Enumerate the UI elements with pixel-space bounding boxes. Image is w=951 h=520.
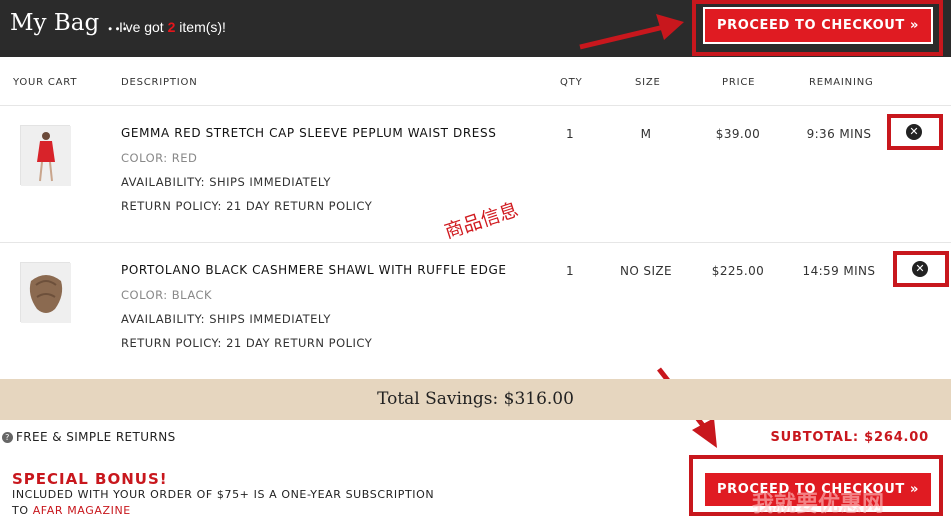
help-question-icon[interactable]: ?: [2, 432, 13, 443]
col-size: SIZE: [635, 77, 661, 88]
item-size: NO SIZE: [620, 264, 672, 278]
top-checkout-label: PROCEED TO CHECKOUT »: [717, 18, 919, 33]
item-color: COLOR: RED: [121, 151, 198, 165]
item-count-text: I've got 2 item(s)!: [119, 19, 226, 35]
item-price: $39.00: [715, 127, 761, 141]
col-price: PRICE: [722, 77, 756, 88]
item-count-prefix: I've got: [119, 19, 164, 35]
item-qty: 1: [565, 264, 575, 278]
item-name[interactable]: GEMMA RED STRETCH CAP SLEEVE PEPLUM WAIS…: [121, 126, 496, 140]
item-count: 2: [167, 19, 176, 35]
afar-magazine-link[interactable]: AFAR MAGAZINE: [33, 504, 131, 517]
col-description: DESCRIPTION: [121, 77, 198, 88]
bonus-description-line2: TO AFAR MAGAZINE: [12, 504, 131, 517]
special-bonus-title: SPECIAL BONUS!: [12, 470, 168, 488]
item-thumbnail[interactable]: [20, 262, 71, 323]
shawl-photo-icon: [21, 263, 71, 323]
total-savings-bar: Total Savings: $316.00: [0, 379, 951, 420]
watermark-text: 我就要优惠网: [752, 491, 885, 517]
subtotal: SUBTOTAL: $264.00: [770, 430, 929, 445]
bonus-description: INCLUDED WITH YOUR ORDER OF $75+ IS A ON…: [12, 488, 435, 501]
item-remaining: 14:59 MINS: [802, 264, 876, 278]
page-title: My Bag ...: [10, 10, 129, 36]
arrow-head-bottom: [692, 418, 717, 448]
item-availability: AVAILABILITY: SHIPS IMMEDIATELY: [121, 175, 331, 189]
col-remaining: REMAINING: [809, 77, 874, 88]
remove-x-icon[interactable]: ✕: [906, 124, 922, 140]
col-cart: YOUR CART: [13, 77, 78, 88]
item-qty: 1: [565, 127, 575, 141]
item-color: COLOR: BLACK: [121, 288, 213, 302]
divider: [0, 105, 951, 106]
product-info-annotation: 商品信息: [441, 198, 522, 244]
item-return-policy: RETURN POLICY: 21 DAY RETURN POLICY: [121, 336, 373, 350]
remove-item-button[interactable]: ✕: [887, 114, 943, 150]
cart-column-headers: YOUR CART DESCRIPTION QTY SIZE PRICE REM…: [0, 77, 951, 91]
col-qty: QTY: [560, 77, 583, 88]
remove-x-icon[interactable]: ✕: [912, 261, 928, 277]
item-return-policy: RETURN POLICY: 21 DAY RETURN POLICY: [121, 199, 373, 213]
divider: [0, 242, 951, 243]
item-name[interactable]: PORTOLANO BLACK CASHMERE SHAWL WITH RUFF…: [121, 263, 507, 277]
bonus-prefix: TO: [12, 504, 29, 517]
top-checkout-button[interactable]: PROCEED TO CHECKOUT »: [703, 7, 933, 44]
item-thumbnail[interactable]: [20, 125, 71, 186]
watermark-url: www.591yhw.com: [773, 457, 896, 471]
red-dress-photo-icon: [21, 126, 71, 186]
item-availability: AVAILABILITY: SHIPS IMMEDIATELY: [121, 312, 331, 326]
free-returns-link[interactable]: ? FREE & SIMPLE RETURNS: [2, 430, 176, 444]
item-remaining: 9:36 MINS: [806, 127, 872, 141]
item-size: M: [640, 127, 652, 141]
item-count-suffix: item(s)!: [179, 19, 226, 35]
remove-item-button[interactable]: ✕: [893, 251, 949, 287]
free-returns-label: FREE & SIMPLE RETURNS: [16, 430, 176, 444]
item-price: $225.00: [711, 264, 765, 278]
